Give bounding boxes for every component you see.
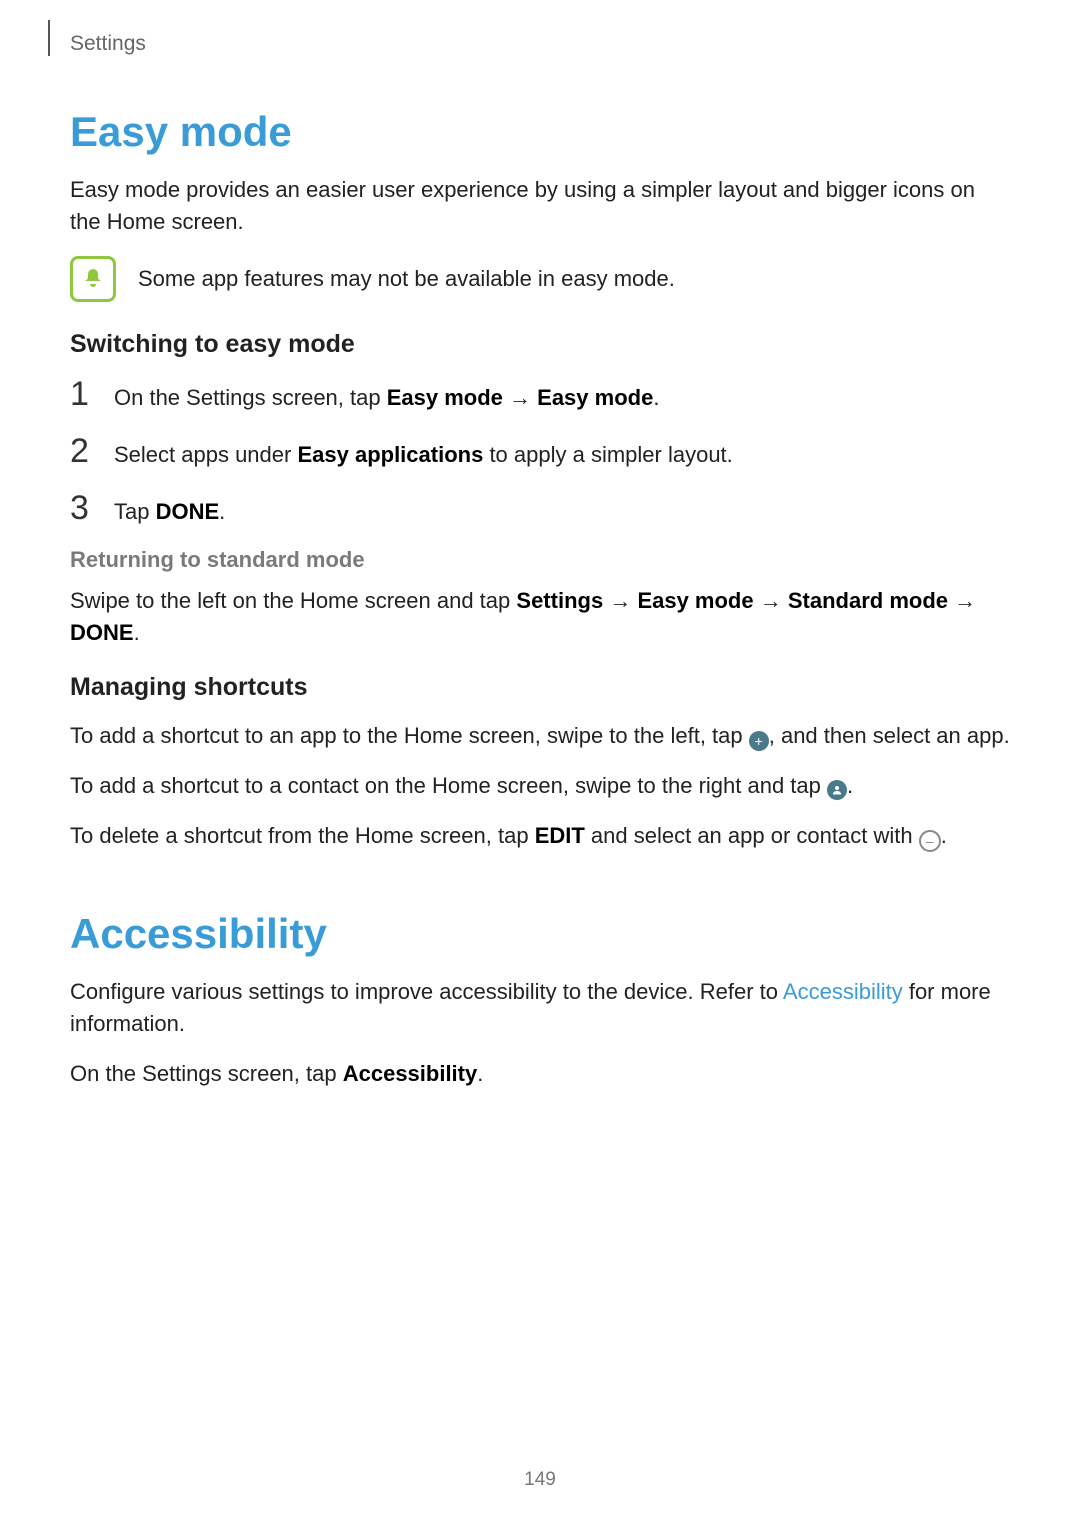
step-3: 3 Tap DONE. [70,491,1010,528]
bell-icon [70,256,116,302]
step-number: 1 [70,377,96,411]
step-number: 2 [70,434,96,468]
heading-accessibility: Accessibility [70,870,1010,958]
shortcut-add-contact: To add a shortcut to a contact on the Ho… [70,770,1010,802]
heading-switching: Switching to easy mode [70,330,1010,359]
easy-mode-intro: Easy mode provides an easier user experi… [70,174,1010,238]
step-2: 2 Select apps under Easy applications to… [70,434,1010,471]
minus-icon: – [919,830,941,852]
steps-list: 1 On the Settings screen, tap Easy mode … [70,377,1010,528]
heading-easy-mode: Easy mode [70,0,1010,156]
header-rule [48,20,50,56]
accessibility-link[interactable]: Accessibility [783,979,903,1004]
return-text: Swipe to the left on the Home screen and… [70,585,1010,649]
shortcut-delete: To delete a shortcut from the Home scree… [70,820,1010,852]
page-number: 149 [0,1469,1080,1491]
heading-shortcuts: Managing shortcuts [70,673,1010,702]
accessibility-p2: On the Settings screen, tap Accessibilit… [70,1058,1010,1090]
shortcut-add-app: To add a shortcut to an app to the Home … [70,720,1010,752]
plus-icon: + [749,731,769,751]
step-number: 3 [70,491,96,525]
breadcrumb: Settings [70,32,146,56]
step-text: Tap DONE. [114,496,225,528]
document-page: Settings Easy mode Easy mode provides an… [0,0,1080,1527]
step-text: On the Settings screen, tap Easy mode → … [114,382,659,414]
accessibility-p1: Configure various settings to improve ac… [70,976,1010,1040]
step-text: Select apps under Easy applications to a… [114,439,733,471]
add-contact-icon [827,780,847,800]
note-text: Some app features may not be available i… [138,263,675,295]
note-box: Some app features may not be available i… [70,256,1010,302]
heading-returning: Returning to standard mode [70,547,1010,573]
step-1: 1 On the Settings screen, tap Easy mode … [70,377,1010,414]
